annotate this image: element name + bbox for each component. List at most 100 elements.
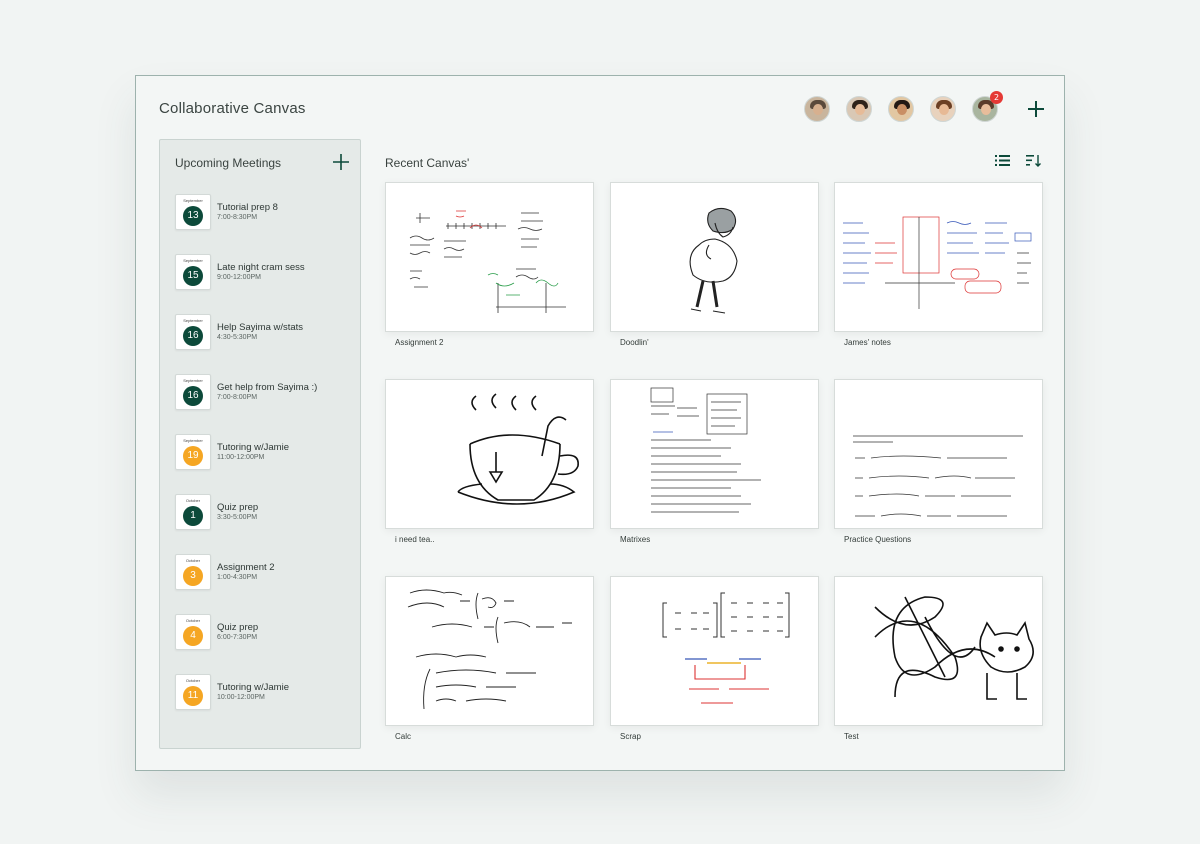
canvas-card[interactable]: Matrixes	[610, 379, 819, 544]
meeting-title: Tutorial prep 8	[217, 202, 278, 213]
calendar-day: 11	[183, 686, 203, 706]
avatar[interactable]: 2	[972, 91, 1003, 122]
calendar-month: September	[183, 198, 203, 203]
calendar-month: October	[185, 678, 201, 683]
meeting-time: 9:00-12:00PM	[217, 274, 261, 281]
canvas-thumbnail	[610, 576, 819, 726]
calendar-day: 16	[183, 386, 203, 406]
canvas-thumbnail	[834, 576, 1043, 726]
calendar-month: September	[183, 438, 203, 443]
calendar-icon: October 3	[175, 554, 211, 590]
recent-canvas-title: Recent Canvas'	[385, 156, 470, 170]
canvas-label: Test	[844, 732, 859, 741]
app-title: Collaborative Canvas	[159, 100, 306, 117]
meeting-item[interactable]: September 16 Help Sayima w/stats 4:30-5:30P…	[175, 314, 353, 352]
canvas-label: Practice Questions	[844, 535, 912, 544]
plus-icon[interactable]	[1026, 99, 1046, 119]
collaborator-avatars: 2	[804, 91, 1003, 122]
avatar-face	[939, 104, 949, 115]
calendar-day: 1	[183, 506, 203, 526]
avatar-face	[855, 104, 865, 115]
calendar-icon: September 13	[175, 194, 211, 230]
calendar-month: October	[185, 558, 201, 563]
meeting-time: 10:00-12:00PM	[217, 694, 265, 701]
meeting-title: Late night cram sess	[217, 262, 305, 273]
calendar-day: 4	[183, 626, 203, 646]
calendar-month: October	[185, 498, 201, 503]
canvas-label: Matrixes	[620, 535, 651, 544]
calendar-month: September	[183, 258, 203, 263]
avatar[interactable]	[888, 96, 914, 122]
avatar-face	[897, 104, 907, 115]
sidebar-title: Upcoming Meetings	[175, 156, 282, 170]
calendar-day: 13	[183, 206, 203, 226]
avatar[interactable]	[804, 96, 830, 122]
meeting-item[interactable]: September 19 Tutoring w/Jamie 11:00-12:00PM	[175, 434, 353, 472]
calendar-icon: October 11	[175, 674, 211, 710]
meeting-item[interactable]: September 13 Tutorial prep 8 7:00-8:30PM	[175, 194, 353, 232]
meeting-time: 3:30-5:00PM	[217, 514, 258, 521]
app-window: Collaborative Canvas 2 Upcoming Meetings…	[135, 75, 1065, 771]
sort-icon[interactable]	[1026, 154, 1042, 167]
meeting-item[interactable]: October 3 Assignment 2 1:00-4:30PM	[175, 554, 353, 592]
meeting-title: Quiz prep	[217, 622, 259, 633]
meeting-title: Assignment 2	[217, 562, 275, 573]
canvas-card[interactable]: i need tea..	[385, 379, 594, 544]
meeting-title: Tutoring w/Jamie	[217, 682, 289, 693]
canvas-label: Scrap	[620, 732, 641, 741]
canvas-label: i need tea..	[395, 535, 435, 544]
calendar-month: October	[185, 618, 201, 623]
avatar[interactable]	[930, 96, 956, 122]
meeting-item[interactable]: October 1 Quiz prep 3:30-5:00PM	[175, 494, 353, 532]
calendar-day: 19	[183, 446, 203, 466]
add-meeting-icon[interactable]	[332, 153, 350, 171]
canvas-label: James' notes	[844, 338, 891, 347]
avatar[interactable]	[846, 96, 872, 122]
avatar-face	[813, 104, 823, 115]
view-controls	[995, 154, 1042, 167]
meeting-title: Tutoring w/Jamie	[217, 442, 289, 453]
canvas-card[interactable]: Calc	[385, 576, 594, 741]
notification-badge: 2	[990, 91, 1003, 104]
canvas-thumbnail	[385, 182, 594, 332]
canvas-card[interactable]: James' notes	[834, 182, 1043, 347]
meeting-time: 7:00-8:00PM	[217, 394, 258, 401]
canvas-card[interactable]: Practice Questions	[834, 379, 1043, 544]
meeting-title: Quiz prep	[217, 502, 259, 513]
calendar-icon: September 16	[175, 374, 211, 410]
calendar-icon: September 16	[175, 314, 211, 350]
upcoming-meetings-panel: Upcoming Meetings September 13 Tutorial pr…	[159, 139, 361, 749]
calendar-day: 3	[183, 566, 203, 586]
meeting-time: 11:00-12:00PM	[217, 454, 265, 461]
canvas-thumbnail	[610, 182, 819, 332]
avatar-face	[981, 104, 991, 115]
meeting-time: 6:00-7:30PM	[217, 634, 258, 641]
canvas-label: Calc	[395, 732, 412, 741]
meeting-title: Help Sayima w/stats	[217, 322, 304, 333]
meeting-item[interactable]: September 16 Get help from Sayima :) 7:00-8…	[175, 374, 353, 412]
canvas-card[interactable]: Scrap	[610, 576, 819, 741]
calendar-icon: October 1	[175, 494, 211, 530]
canvas-thumbnail	[385, 576, 594, 726]
meeting-item[interactable]: September 15 Late night cram sess 9:00-12:0…	[175, 254, 353, 292]
calendar-icon: October 4	[175, 614, 211, 650]
meeting-item[interactable]: October 11 Tutoring w/Jamie 10:00-12:00PM	[175, 674, 353, 712]
canvas-card[interactable]: Test	[834, 576, 1043, 741]
canvas-thumbnail	[610, 379, 819, 529]
canvas-label: Doodlin'	[620, 338, 649, 347]
canvas-card[interactable]: Assignment 2	[385, 182, 594, 347]
list-view-icon[interactable]	[995, 154, 1010, 167]
calendar-day: 15	[183, 266, 203, 286]
calendar-month: September	[183, 318, 203, 323]
canvas-thumbnail	[385, 379, 594, 529]
canvas-label: Assignment 2	[395, 338, 444, 347]
meeting-item[interactable]: October 4 Quiz prep 6:00-7:30PM	[175, 614, 353, 652]
meeting-title: Get help from Sayima :)	[217, 382, 318, 393]
calendar-icon: September 19	[175, 434, 211, 470]
meeting-time: 7:00-8:30PM	[217, 214, 258, 221]
canvas-thumbnail	[834, 182, 1043, 332]
calendar-day: 16	[183, 326, 203, 346]
canvas-card[interactable]: Doodlin'	[610, 182, 819, 347]
canvas-thumbnail	[834, 379, 1043, 529]
calendar-icon: September 15	[175, 254, 211, 290]
